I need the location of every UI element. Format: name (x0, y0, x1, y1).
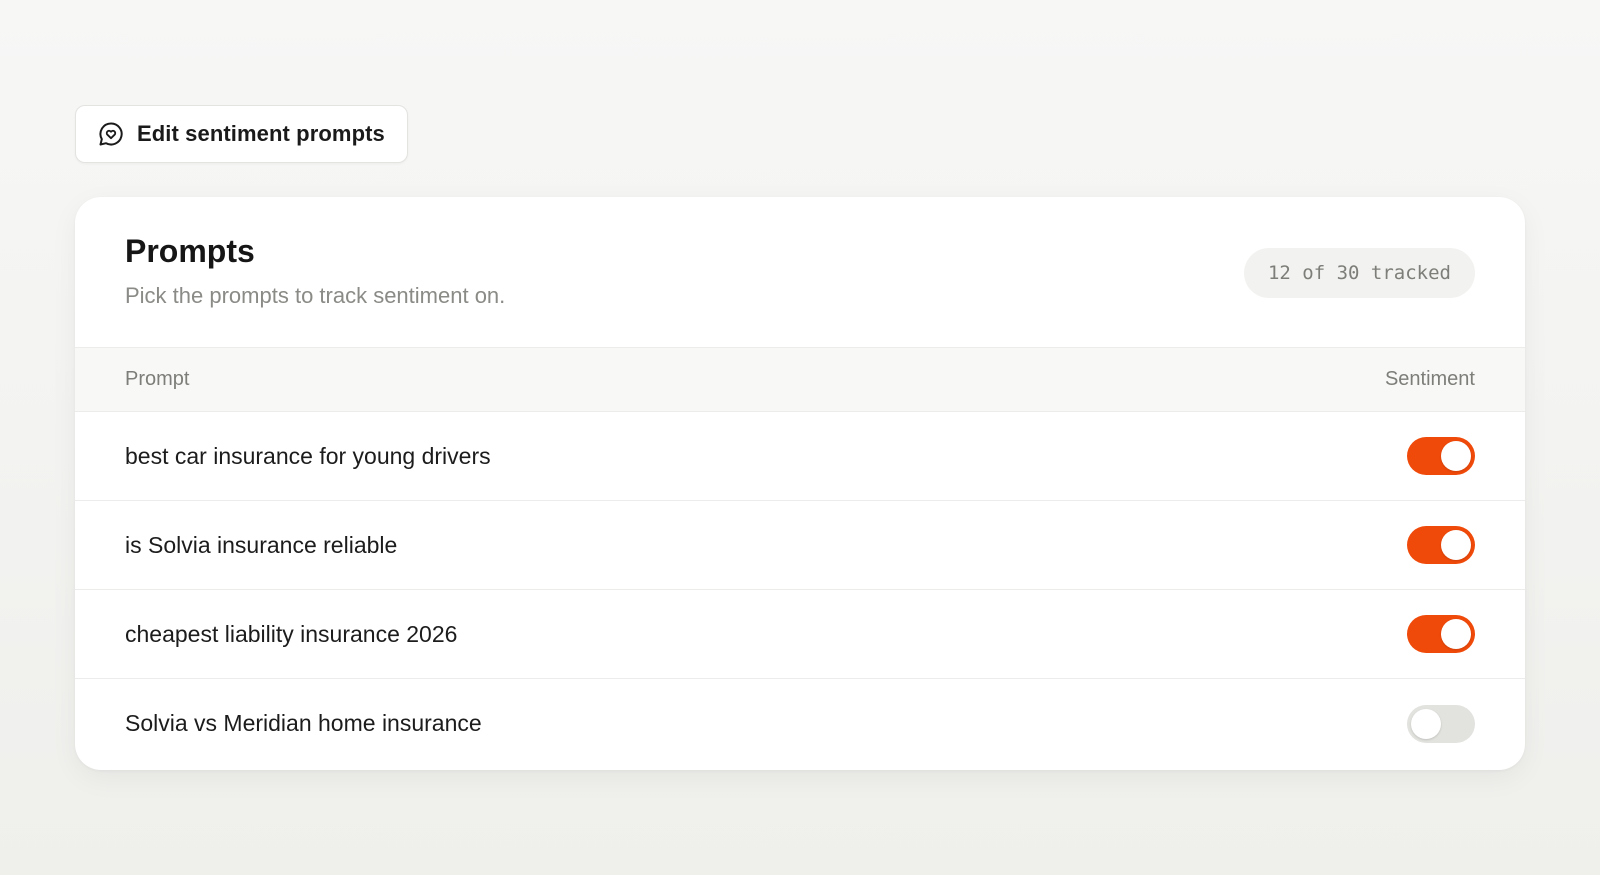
prompt-text: best car insurance for young drivers (125, 442, 491, 469)
sentiment-toggle[interactable] (1407, 437, 1475, 475)
table-row: is Solvia insurance reliable (75, 501, 1525, 590)
column-header-prompt: Prompt (125, 368, 190, 390)
table-row: Solvia vs Meridian home insurance (75, 679, 1525, 768)
toggle-knob (1441, 530, 1471, 560)
edit-sentiment-prompts-label: Edit sentiment prompts (137, 121, 385, 146)
prompt-text: is Solvia insurance reliable (125, 531, 398, 558)
toggle-knob (1441, 619, 1471, 649)
column-header-sentiment: Sentiment (1384, 368, 1475, 390)
toggle-knob (1441, 441, 1471, 471)
tracked-count-badge: 12 of 30 tracked (1243, 248, 1475, 298)
prompts-card: Prompts Pick the prompts to track sentim… (75, 197, 1525, 770)
prompt-text: cheapest liability insurance 2026 (125, 620, 458, 647)
table-row: best car insurance for young drivers (75, 412, 1525, 501)
chat-heart-icon (98, 121, 124, 147)
table-header: Prompt Sentiment (75, 348, 1525, 412)
card-subtitle: Pick the prompts to track sentiment on. (125, 283, 506, 308)
edit-sentiment-prompts-button[interactable]: Edit sentiment prompts (75, 105, 408, 163)
table-row: cheapest liability insurance 2026 (75, 590, 1525, 679)
sentiment-toggle[interactable] (1407, 704, 1475, 743)
card-header: Prompts Pick the prompts to track sentim… (75, 197, 1525, 348)
prompt-list: best car insurance for young drivers is … (75, 412, 1525, 768)
card-title: Prompts (125, 233, 255, 269)
prompt-text: Solvia vs Meridian home insurance (125, 710, 482, 736)
toggle-knob (1411, 708, 1441, 739)
sentiment-toggle[interactable] (1407, 615, 1475, 653)
sentiment-toggle[interactable] (1407, 526, 1475, 564)
